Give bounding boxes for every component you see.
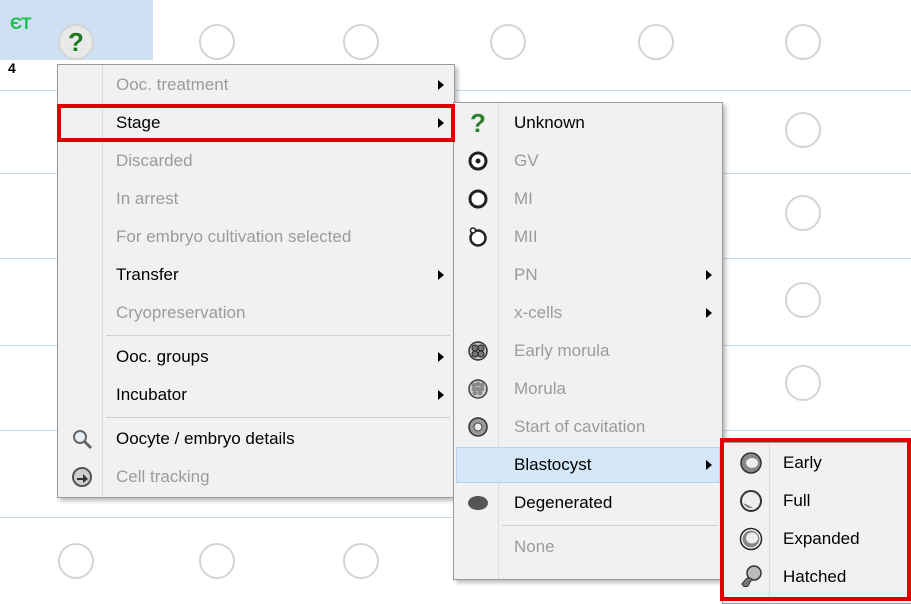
- menu-item-label: Transfer: [116, 265, 179, 284]
- oocyte-well[interactable]: [785, 112, 821, 148]
- menu-item-label: Blastocyst: [514, 455, 592, 474]
- menu-item-pn[interactable]: PN: [456, 257, 720, 293]
- menu-item-label: Cell tracking: [116, 467, 210, 486]
- blastocyst-early-icon: [733, 445, 769, 481]
- oocyte-well[interactable]: [785, 282, 821, 318]
- oocyte-well[interactable]: [58, 543, 94, 579]
- submenu-arrow-icon: [438, 390, 444, 400]
- menu-item-incubator[interactable]: Incubator: [60, 377, 452, 413]
- menu-item-label: Incubator: [116, 385, 187, 404]
- oocyte-well[interactable]: [638, 24, 674, 60]
- menu-item-label: Oocyte / embryo details: [116, 429, 295, 448]
- oocyte-well[interactable]: [490, 24, 526, 60]
- question-mark-icon: ?: [68, 26, 84, 57]
- oocyte-well[interactable]: [785, 365, 821, 401]
- menu-item-blastocyst-full[interactable]: Full: [725, 483, 910, 519]
- menu-item-label: Expanded: [783, 529, 860, 548]
- submenu-arrow-icon: [438, 80, 444, 90]
- degenerated-icon: [460, 485, 496, 521]
- menu-item-mii[interactable]: MII: [456, 219, 720, 255]
- mi-oocyte-icon: [460, 181, 496, 217]
- menu-separator: [106, 417, 450, 418]
- menu-item-in-arrest[interactable]: In arrest: [60, 181, 452, 217]
- menu-item-blastocyst-hatched[interactable]: Hatched: [725, 559, 910, 595]
- question-mark-icon: ?: [470, 107, 486, 138]
- menu-item-label: Full: [783, 491, 811, 510]
- menu-item-morula[interactable]: Morula: [456, 371, 720, 407]
- menu-item-ooc-groups[interactable]: Ooc. groups: [60, 339, 452, 375]
- menu-separator: [106, 335, 450, 336]
- menu-item-label: Ooc. groups: [116, 347, 209, 366]
- menu-item-gv[interactable]: GV: [456, 143, 720, 179]
- menu-item-ooc-treatment[interactable]: Ooc. treatment: [60, 67, 452, 103]
- menu-item-label: MII: [514, 227, 538, 246]
- stage-submenu: ? Unknown GV MI MII PN x-cells Early mor…: [453, 102, 723, 580]
- menu-item-x-cells[interactable]: x-cells: [456, 295, 720, 331]
- menu-item-cell-tracking[interactable]: Cell tracking: [60, 459, 452, 495]
- submenu-arrow-icon: [706, 270, 712, 280]
- cavitation-icon: [460, 409, 496, 445]
- submenu-arrow-icon: [438, 118, 444, 128]
- oocyte-well[interactable]: [199, 543, 235, 579]
- menu-item-cryopreservation[interactable]: Cryopreservation: [60, 295, 452, 331]
- menu-item-label: Morula: [514, 379, 566, 398]
- menu-item-label: None: [514, 537, 555, 556]
- menu-item-label: Degenerated: [514, 493, 613, 512]
- gv-oocyte-icon: [460, 143, 496, 179]
- menu-item-discarded[interactable]: Discarded: [60, 143, 452, 179]
- menu-item-label: Early morula: [514, 341, 610, 360]
- menu-item-blastocyst-early[interactable]: Early: [725, 445, 910, 481]
- menu-item-label: In arrest: [116, 189, 179, 208]
- menu-item-label: PN: [514, 265, 538, 284]
- menu-item-label: GV: [514, 151, 539, 170]
- blastocyst-full-icon: [733, 483, 769, 519]
- context-menu: Ooc. treatment Stage Discarded In arrest…: [57, 64, 455, 498]
- menu-item-stage[interactable]: Stage: [60, 105, 452, 141]
- menu-item-label: MI: [514, 189, 533, 208]
- cell-tracking-icon: [64, 459, 100, 495]
- menu-separator: [502, 525, 718, 526]
- menu-item-label: Discarded: [116, 151, 193, 170]
- menu-item-oocyte-details[interactable]: Oocyte / embryo details: [60, 421, 452, 457]
- menu-item-label: Hatched: [783, 567, 847, 586]
- menu-item-early-morula[interactable]: Early morula: [456, 333, 720, 369]
- menu-item-mi[interactable]: MI: [456, 181, 720, 217]
- blastocyst-expanded-icon: [733, 521, 769, 557]
- menu-item-unknown[interactable]: ? Unknown: [456, 105, 720, 141]
- submenu-arrow-icon: [706, 460, 712, 470]
- oocyte-well[interactable]: [343, 543, 379, 579]
- menu-item-blastocyst-expanded[interactable]: Expanded: [725, 521, 910, 557]
- magnifier-icon: [64, 421, 100, 457]
- row-number: 4: [8, 60, 16, 76]
- oocyte-well[interactable]: [785, 24, 821, 60]
- menu-item-label: For embryo cultivation selected: [116, 227, 352, 246]
- menu-item-degenerated[interactable]: Degenerated: [456, 485, 720, 521]
- blastocyst-submenu: Early Full Expanded Hatched: [722, 442, 911, 604]
- menu-item-none[interactable]: None: [456, 529, 720, 565]
- submenu-arrow-icon: [706, 308, 712, 318]
- menu-item-label: Early: [783, 453, 822, 472]
- morula-icon: [460, 371, 496, 407]
- oocyte-well-selected[interactable]: ?: [58, 24, 94, 60]
- menu-item-label: Cryopreservation: [116, 303, 246, 322]
- blastocyst-hatched-icon: [733, 559, 769, 595]
- menu-item-blastocyst[interactable]: Blastocyst: [456, 447, 720, 483]
- early-morula-icon: [460, 333, 496, 369]
- et-label: ЄT: [10, 14, 32, 33]
- submenu-arrow-icon: [438, 270, 444, 280]
- menu-item-label: Unknown: [514, 113, 585, 132]
- menu-item-label: Stage: [116, 113, 161, 132]
- oocyte-well[interactable]: [343, 24, 379, 60]
- menu-item-start-of-cavitation[interactable]: Start of cavitation: [456, 409, 720, 445]
- oocyte-well[interactable]: [785, 195, 821, 231]
- menu-item-transfer[interactable]: Transfer: [60, 257, 452, 293]
- mii-oocyte-icon: [460, 219, 496, 255]
- menu-item-label: Start of cavitation: [514, 417, 646, 436]
- menu-item-label: x-cells: [514, 303, 563, 322]
- menu-item-embryo-cultivation[interactable]: For embryo cultivation selected: [60, 219, 452, 255]
- oocyte-well[interactable]: [199, 24, 235, 60]
- menu-item-label: Ooc. treatment: [116, 75, 229, 94]
- submenu-arrow-icon: [438, 352, 444, 362]
